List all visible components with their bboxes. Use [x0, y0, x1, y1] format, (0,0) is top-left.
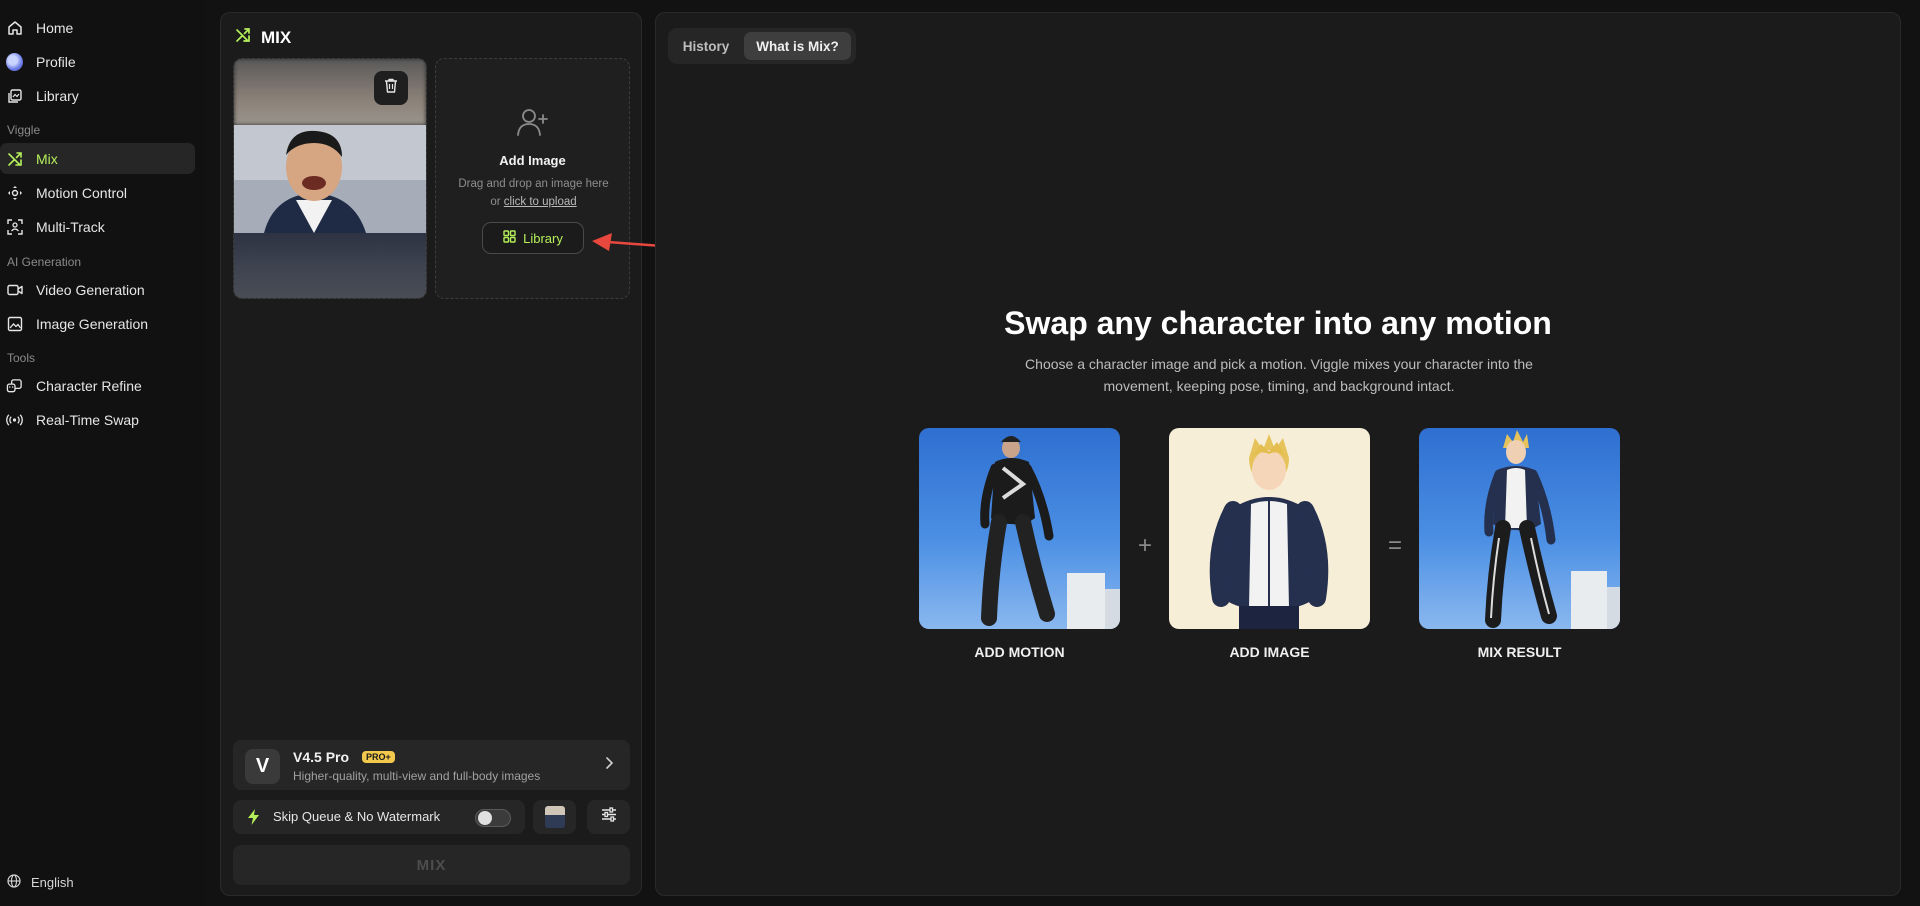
- step-caption: MIX RESULT: [1477, 644, 1562, 660]
- reference-thumbnail-button[interactable]: [533, 800, 576, 834]
- result-example-image: [1419, 428, 1620, 629]
- toggle-knob: [478, 811, 492, 825]
- sidebar-item-multi-track[interactable]: Multi-Track: [0, 211, 195, 242]
- tab-history[interactable]: History: [672, 32, 740, 60]
- plus-sign: +: [1138, 532, 1153, 559]
- sidebar-item-image-generation[interactable]: Image Generation: [0, 308, 195, 339]
- chevron-right-icon: [604, 756, 614, 775]
- broadcast-icon: [6, 411, 23, 428]
- sidebar-item-real-time-swap[interactable]: Real-Time Swap: [0, 404, 195, 435]
- character-photo: [234, 125, 426, 233]
- motion-example-image: [919, 428, 1120, 629]
- section-label-viggle: Viggle: [7, 123, 41, 137]
- avatar: [6, 52, 23, 71]
- tab-what-is-mix[interactable]: What is Mix?: [744, 32, 851, 60]
- what-is-mix-panel: History What is Mix? Swap any character …: [655, 12, 1901, 896]
- step-add-motion: ADD MOTION: [919, 428, 1120, 660]
- hero-subtitle: Choose a character image and pick a moti…: [1025, 356, 1533, 394]
- library-button[interactable]: Library: [482, 222, 584, 254]
- app-root: Home Profile Library Viggle Mix Motion C…: [0, 0, 1920, 906]
- reference-thumbnail: [544, 806, 565, 828]
- model-description: Higher-quality, multi-view and full-body…: [293, 769, 541, 783]
- delete-image-button[interactable]: [374, 71, 408, 105]
- sidebar-item-motion-control[interactable]: Motion Control: [0, 177, 195, 208]
- model-selector[interactable]: V V4.5 Pro PRO+ Higher-quality, multi-vi…: [233, 740, 630, 790]
- sidebar-item-home[interactable]: Home: [0, 12, 195, 43]
- pro-badge: PRO+: [362, 751, 395, 763]
- equals-sign: =: [1388, 532, 1403, 559]
- multi-track-icon: [6, 218, 23, 235]
- mix-button[interactable]: MIX: [233, 845, 630, 885]
- character-example-image: [1169, 428, 1370, 629]
- sidebar-item-label: Library: [36, 87, 79, 104]
- tab-bar: History What is Mix?: [668, 28, 856, 64]
- step-caption: ADD MOTION: [974, 644, 1065, 660]
- settings-button[interactable]: [587, 800, 630, 834]
- library-icon: [6, 87, 23, 104]
- sidebar-item-profile[interactable]: Profile: [0, 46, 195, 77]
- image-blur-bottom: [234, 233, 426, 298]
- sidebar-item-label: Real-Time Swap: [36, 411, 139, 428]
- sliders-icon: [601, 807, 617, 827]
- sidebar-item-label: Image Generation: [36, 315, 149, 332]
- step-caption: ADD IMAGE: [1229, 644, 1310, 660]
- add-image-dropzone[interactable]: Add Image Drag and drop an image here or…: [435, 58, 630, 299]
- arrow-annotation-icon: [588, 232, 664, 261]
- add-person-icon: [517, 107, 549, 142]
- sidebar-item-label: Home: [36, 19, 74, 36]
- model-logo: V: [245, 749, 280, 784]
- add-image-title: Add Image: [499, 153, 566, 168]
- add-image-description: Drag and drop an image here or click to …: [456, 175, 611, 211]
- step-add-image: ADD IMAGE: [1169, 428, 1370, 660]
- globe-icon: [7, 874, 21, 891]
- click-to-upload-link[interactable]: click to upload: [504, 196, 577, 208]
- library-button-label: Library: [523, 230, 563, 246]
- mix-panel-title: MIX: [261, 27, 292, 47]
- character-image-card[interactable]: [233, 58, 427, 299]
- section-label-tools: Tools: [7, 351, 36, 365]
- sidebar: Home Profile Library Viggle Mix Motion C…: [0, 0, 206, 906]
- shuffle-icon: [235, 27, 251, 48]
- section-label-ai-generation: AI Generation: [7, 255, 82, 269]
- skip-queue-row: Skip Queue & No Watermark: [233, 800, 525, 834]
- skip-queue-label: Skip Queue & No Watermark: [273, 809, 441, 824]
- sidebar-item-mix[interactable]: Mix: [0, 143, 195, 174]
- mix-panel: MIX Add Image Drag and drop an image her…: [220, 12, 642, 896]
- sidebar-item-label: Profile: [36, 53, 76, 70]
- sidebar-item-character-refine[interactable]: Character Refine: [0, 370, 195, 401]
- sidebar-item-label: Video Generation: [36, 281, 145, 298]
- sidebar-item-label: Mix: [36, 150, 58, 167]
- image-icon: [6, 315, 23, 332]
- sidebar-item-library[interactable]: Library: [0, 80, 195, 111]
- trash-icon: [384, 78, 398, 98]
- lightning-icon: [247, 808, 260, 831]
- sidebar-item-video-generation[interactable]: Video Generation: [0, 274, 195, 305]
- sidebar-item-label: Multi-Track: [36, 218, 105, 235]
- shuffle-icon: [6, 150, 23, 167]
- grid-icon: [503, 230, 516, 246]
- mix-panel-header: MIX: [235, 27, 291, 48]
- sidebar-item-label: Character Refine: [36, 377, 142, 394]
- refine-icon: [6, 377, 23, 394]
- motion-icon: [6, 184, 23, 201]
- video-icon: [6, 281, 23, 298]
- language-label: English: [31, 875, 74, 890]
- language-selector[interactable]: English: [7, 874, 74, 891]
- home-icon: [6, 19, 23, 36]
- skip-queue-toggle[interactable]: [475, 809, 511, 827]
- model-name: V4.5 Pro: [293, 749, 350, 765]
- step-mix-result: MIX RESULT: [1419, 428, 1620, 660]
- sidebar-item-label: Motion Control: [36, 184, 128, 201]
- hero-title: Swap any character into any motion: [1004, 305, 1552, 341]
